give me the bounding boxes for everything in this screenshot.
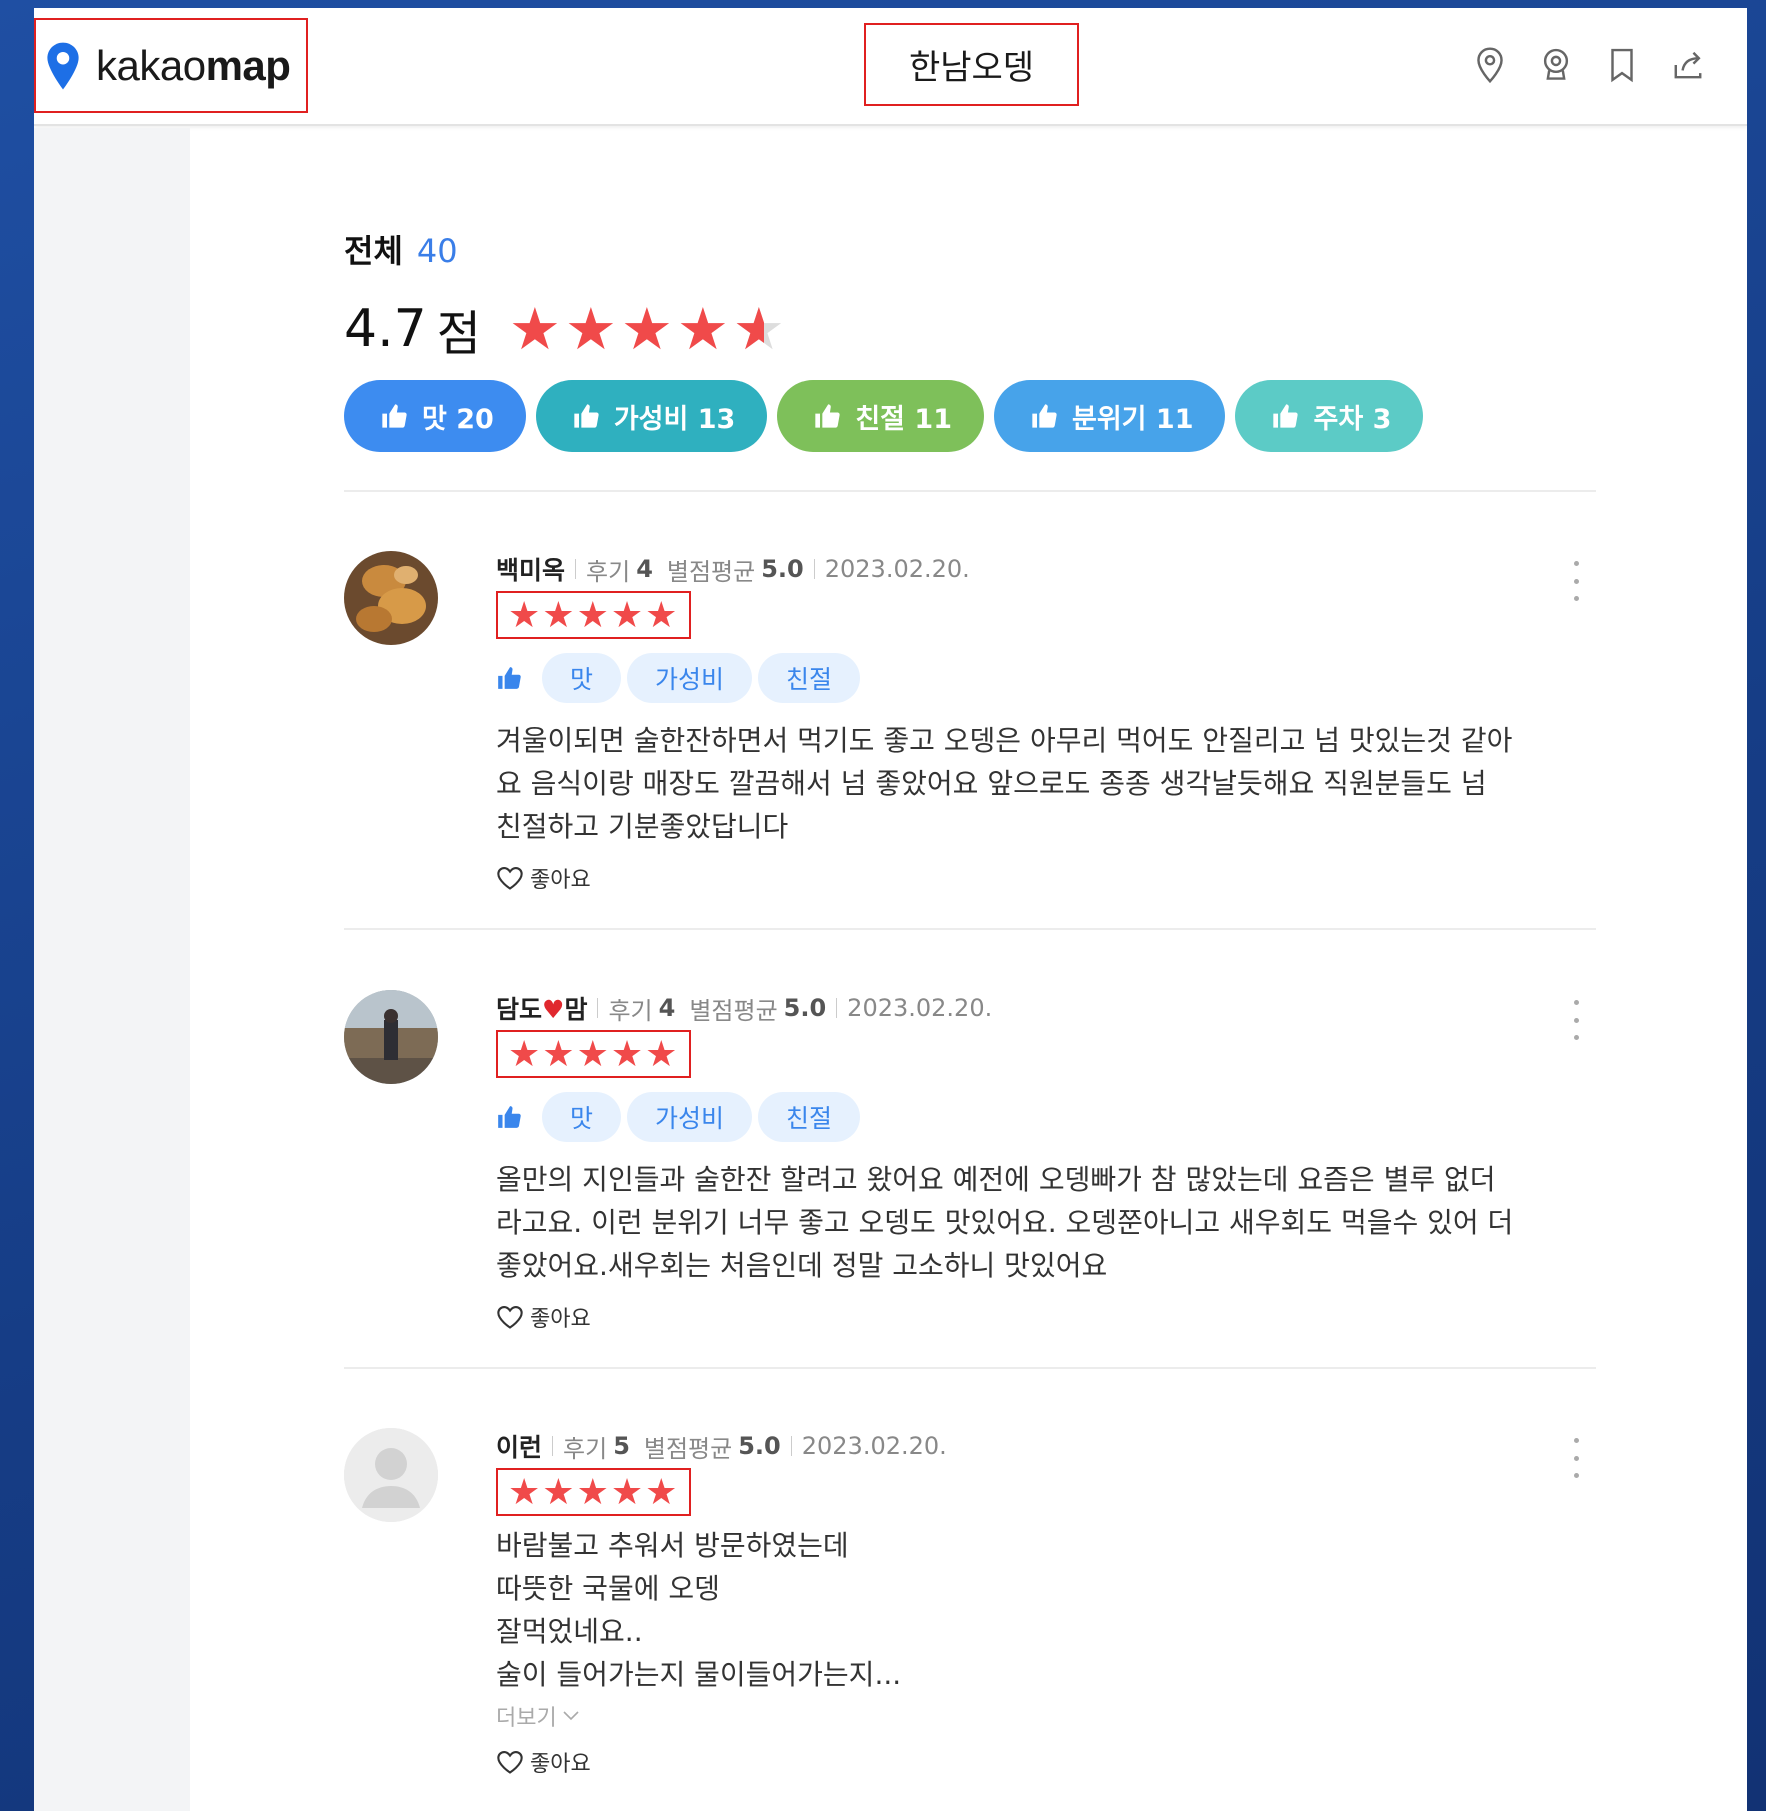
chip-kindness[interactable]: 친절 11 <box>777 380 984 452</box>
location-pin-icon[interactable] <box>1471 44 1509 86</box>
review-meta: 이런 후기 5 별점평균 5.0 2023.02.20. <box>496 1428 1586 1464</box>
star-icon: ★ <box>542 1472 575 1513</box>
logo-text: kakaomap <box>96 41 291 89</box>
review-text: 올만의 지인들과 술한잔 할려고 왔어요 예전에 오뎅빠가 참 많았는데 요즘은… <box>496 1163 1514 1282</box>
roadview-icon[interactable] <box>1537 44 1575 86</box>
heart-icon <box>497 1306 523 1329</box>
header-actions <box>1471 44 1707 86</box>
heart-icon <box>497 867 523 890</box>
review-date: 2023.02.20. <box>824 555 970 583</box>
tag: 친절 <box>758 1092 861 1142</box>
star-icon: ★ <box>508 1472 541 1513</box>
chip-taste[interactable]: 맛 20 <box>344 380 526 452</box>
star-icon: ★ <box>610 1034 644 1075</box>
star-icon: ★ <box>508 295 561 363</box>
review-stars: ★ ★ ★ ★ ★ <box>496 591 692 639</box>
star-icon: ★ <box>645 1034 678 1075</box>
tag: 친절 <box>758 653 861 703</box>
thumbs-up-icon <box>1032 404 1057 428</box>
star-icon: ★ <box>645 1472 678 1513</box>
review-tags: 맛 가성비 친절 <box>496 653 1586 703</box>
star-icon: ★ <box>676 295 729 363</box>
author-name[interactable]: 백미옥 <box>496 551 565 587</box>
star-icon: ★ <box>508 595 541 636</box>
review-date: 2023.02.20. <box>801 1432 947 1460</box>
thumbs-up-icon <box>1273 404 1299 428</box>
more-options-icon[interactable] <box>1566 1438 1586 1478</box>
tag: 가성비 <box>627 653 753 703</box>
divider <box>344 490 1596 492</box>
star-icon: ★ <box>610 1472 644 1513</box>
like-button[interactable]: 좋아요 <box>496 1746 1586 1778</box>
chip-value[interactable]: 가성비 13 <box>535 380 768 452</box>
star-icon: ★ <box>508 1034 541 1075</box>
default-avatar-icon[interactable] <box>344 1428 438 1522</box>
like-button[interactable]: 좋아요 <box>496 862 1586 894</box>
thumbs-up-icon <box>382 404 407 428</box>
thumbs-up-icon <box>574 404 599 428</box>
more-options-icon[interactable] <box>1566 561 1586 601</box>
tag: 가성비 <box>627 1092 753 1142</box>
star-icon: ★ <box>620 295 673 363</box>
rating-summary: 전체 40 4.7 점 ★ ★ ★ ★ ★ <box>344 226 785 364</box>
read-more-link[interactable]: 더보기 <box>496 1700 1586 1732</box>
star-icon: ★ <box>576 1034 609 1075</box>
review-meta: 담도♥맘 후기 4 별점평균 5.0 2023.02.20. <box>496 990 1586 1026</box>
total-label: 전체 <box>344 232 403 270</box>
star-icon: ★ <box>576 595 609 636</box>
author-name[interactable]: 이런 <box>496 1428 542 1464</box>
top-header: kakaomap 한남오뎅 <box>34 8 1747 126</box>
review-tags: 맛 가성비 친절 <box>496 1092 1586 1142</box>
tag: 맛 <box>542 653 622 703</box>
chevron-down-icon <box>563 1711 579 1721</box>
place-title: 한남오뎅 <box>864 23 1079 106</box>
map-pin-logo-icon <box>47 42 79 89</box>
share-icon[interactable] <box>1669 44 1707 86</box>
star-icon: ★ <box>645 595 678 636</box>
star-icon: ★ <box>564 295 617 363</box>
review-stars: ★ ★ ★ ★ ★ <box>496 1030 692 1078</box>
average-stars: ★ ★ ★ ★ ★ <box>509 300 785 358</box>
review-text: 바람불고 추워서 방문하였는데 따뜻한 국물에 오뎅 잘먹었네요.. 술이 들어… <box>496 1529 902 1691</box>
left-panel <box>34 128 190 1811</box>
thumbs-up-icon <box>498 667 521 689</box>
more-options-icon[interactable] <box>1566 1000 1586 1040</box>
kakaomap-logo[interactable]: kakaomap <box>34 18 308 113</box>
like-button[interactable]: 좋아요 <box>496 1301 1586 1333</box>
avatar[interactable] <box>344 990 438 1084</box>
chip-parking[interactable]: 주차 3 <box>1235 380 1424 452</box>
star-icon: ★ <box>542 595 575 636</box>
heart-emoji-icon: ♥ <box>542 995 565 1024</box>
review-meta: 백미옥 후기 4 별점평균 5.0 2023.02.20. <box>496 551 1586 587</box>
avatar[interactable] <box>344 551 438 645</box>
chip-atmosphere[interactable]: 분위기 11 <box>993 380 1226 452</box>
star-icon: ★ <box>610 595 644 636</box>
star-icon: ★ <box>576 1472 609 1513</box>
total-count: 40 <box>416 232 458 270</box>
divider <box>344 928 1596 930</box>
thumbs-up-icon <box>815 404 840 428</box>
review-date: 2023.02.20. <box>847 994 993 1022</box>
thumbs-up-icon <box>498 1106 521 1128</box>
bookmark-icon[interactable] <box>1603 44 1641 86</box>
score-unit: 점 <box>436 306 481 362</box>
review-text: 겨울이되면 술한잔하면서 먹기도 좋고 오뎅은 아무리 먹어도 안질리고 넘 맛… <box>496 724 1513 843</box>
author-name[interactable]: 담도♥맘 <box>496 990 587 1026</box>
star-icon: ★ <box>542 1034 575 1075</box>
average-score: 4.7 <box>344 299 427 359</box>
divider <box>344 1367 1596 1369</box>
tag: 맛 <box>542 1092 622 1142</box>
heart-icon <box>497 1751 523 1774</box>
app-window: kakaomap 한남오뎅 전체 40 4.7 점 ★ ★ ★ ★ ★ ★ 맛 … <box>34 8 1747 1811</box>
feature-chips: 맛 20 가성비 13 친절 11 분위기 11 주차 3 <box>344 380 1424 452</box>
half-star-icon: ★ <box>733 300 785 358</box>
review-stars: ★ ★ ★ ★ ★ <box>496 1468 692 1516</box>
